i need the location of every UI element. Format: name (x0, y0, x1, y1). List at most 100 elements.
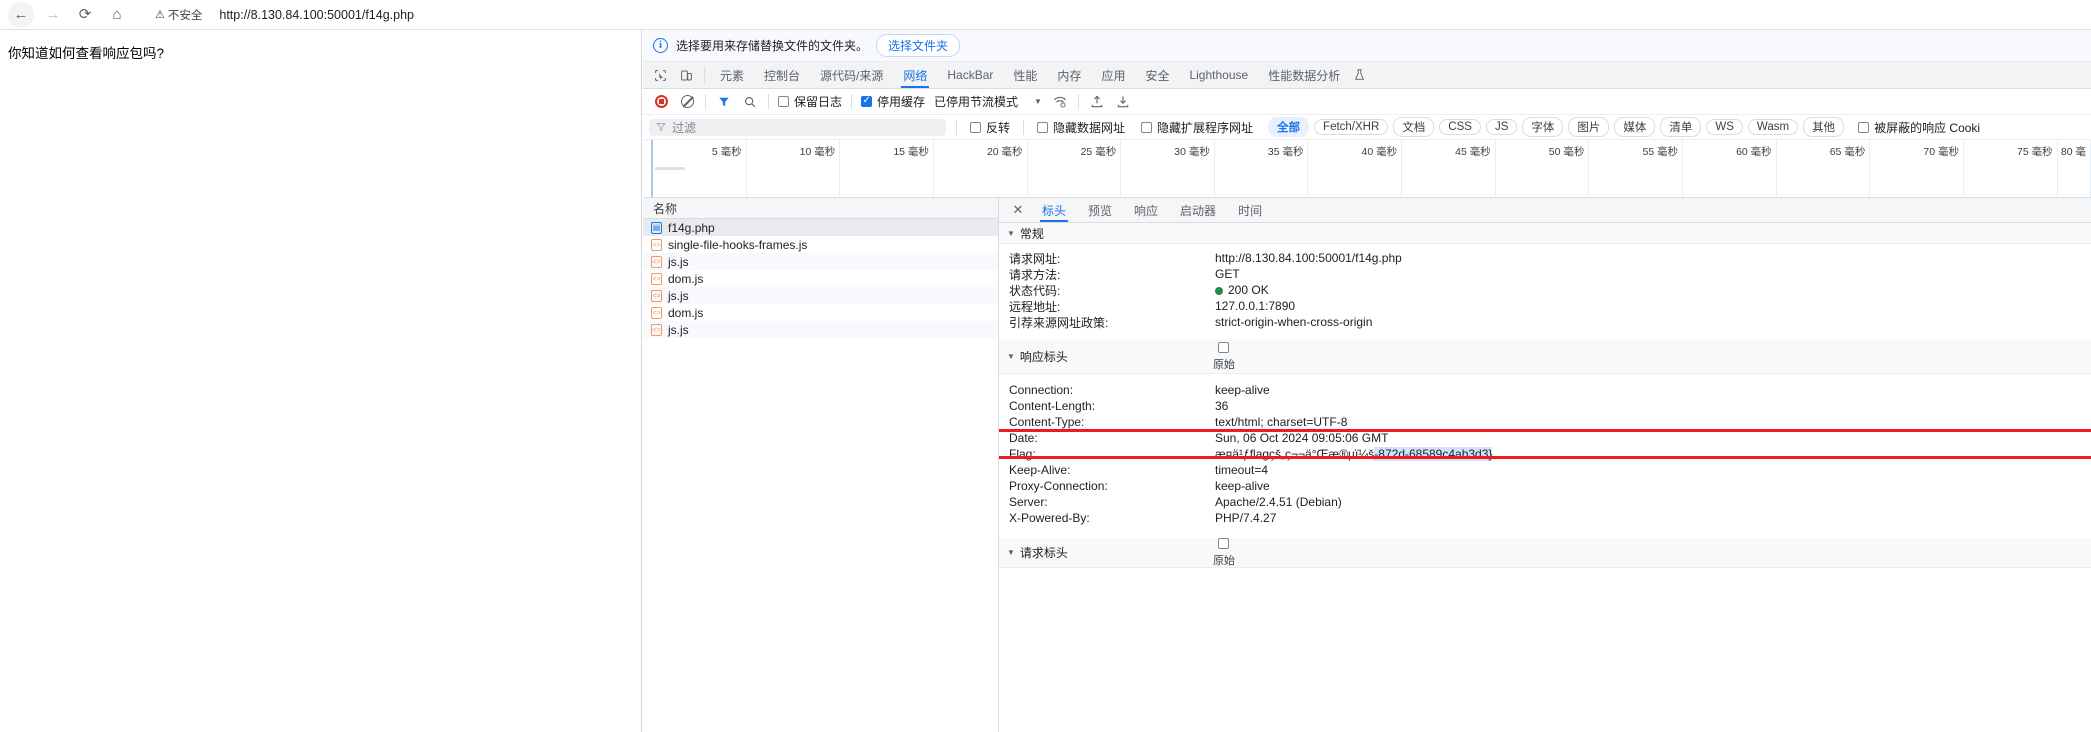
type-chip-wasm[interactable]: Wasm (1747, 119, 1799, 135)
header-row: Date: Sun, 06 Oct 2024 09:05:06 GMT (999, 430, 2091, 446)
chevron-down-icon: ▼ (1007, 228, 1015, 238)
type-chip-css[interactable]: CSS (1439, 119, 1481, 135)
type-chip-doc[interactable]: 文档 (1393, 117, 1435, 137)
toolbar-divider (705, 94, 706, 109)
clear-ban-icon[interactable] (675, 91, 699, 113)
table-row[interactable]: <> dom.js (643, 270, 998, 287)
timeline-tick-label: 75 毫秒 (2017, 146, 2053, 158)
invert-label: 反转 (986, 120, 1011, 135)
type-chip-other[interactable]: 其他 (1803, 117, 1845, 137)
import-har-icon[interactable] (1111, 91, 1135, 113)
table-row[interactable]: <> js.js (643, 287, 998, 304)
table-row[interactable]: <> dom.js (643, 304, 998, 321)
header-key: Keep-Alive: (1009, 463, 1071, 477)
address-bar[interactable]: ⚠ 不安全 http://8.130.84.100:50001/f14g.php (142, 4, 2091, 26)
raw-toggle-response[interactable]: 原始 (1213, 341, 1235, 372)
back-icon[interactable]: ← (8, 1, 34, 28)
close-icon[interactable]: ✕ (1005, 198, 1031, 222)
inspect-element-icon[interactable] (647, 62, 673, 88)
export-har-icon[interactable] (1085, 91, 1109, 113)
tab-console[interactable]: 控制台 (754, 62, 810, 88)
type-chip-ws[interactable]: WS (1706, 119, 1743, 135)
tab-hackbar[interactable]: HackBar (937, 62, 1003, 88)
type-chip-media[interactable]: 媒体 (1614, 117, 1656, 137)
header-value: 127.0.0.1:7890 (1215, 299, 1296, 313)
security-status-chip[interactable]: ⚠ 不安全 (150, 5, 209, 25)
throttle-value: 已停用节流模式 (934, 95, 1019, 109)
home-icon[interactable]: ⌂ (104, 2, 130, 28)
tab-security[interactable]: 安全 (1135, 62, 1179, 88)
tab-headers[interactable]: 标头 (1031, 198, 1077, 222)
tab-application[interactable]: 应用 (1091, 62, 1135, 88)
invert-checkbox[interactable]: 反转 (967, 119, 1013, 136)
timeline-tick-label: 10 毫秒 (799, 146, 836, 158)
checkbox-box (1858, 121, 1870, 133)
section-request-headers[interactable]: ▼ 请求标头 原始 (999, 537, 2091, 568)
timeline-tick: 25 毫秒 (1028, 140, 1122, 197)
script-icon: <> (651, 289, 662, 302)
request-list-header[interactable]: 名称 (643, 198, 998, 219)
reload-icon[interactable]: ⟳ (72, 2, 98, 28)
section-response-headers[interactable]: ▼ 响应标头 原始 (999, 340, 2091, 374)
header-value: 200 OK (1215, 283, 1269, 297)
tab-network[interactable]: 网络 (893, 62, 937, 88)
table-row[interactable]: <> single-file-hooks-frames.js (643, 236, 998, 253)
select-folder-button[interactable]: 选择文件夹 (876, 34, 961, 57)
search-icon[interactable] (738, 91, 762, 113)
raw-toggle-request[interactable]: 原始 (1213, 537, 1235, 568)
tab-lighthouse[interactable]: Lighthouse (1179, 62, 1258, 88)
header-row: X-Powered-By: PHP/7.4.27 (999, 510, 2091, 526)
type-chip-img[interactable]: 图片 (1568, 117, 1610, 137)
tab-performance[interactable]: 性能 (1003, 62, 1047, 88)
table-row[interactable]: <> js.js (643, 253, 998, 270)
disable-cache-checkbox[interactable]: 停用缓存 (858, 93, 928, 110)
type-chip-font[interactable]: 字体 (1522, 117, 1564, 137)
details-body: ▼ 常规 请求网址: http://8.130.84.100:50001/f14… (999, 223, 2091, 732)
header-key: Flag: (1009, 447, 1036, 461)
network-conditions-icon[interactable] (1048, 91, 1072, 113)
script-icon: <> (651, 306, 662, 319)
type-chip-manifest[interactable]: 清单 (1660, 117, 1702, 137)
tab-memory[interactable]: 内存 (1047, 62, 1091, 88)
search-input[interactable]: 过滤 (649, 118, 946, 136)
header-value: timeout=4 (1215, 463, 1269, 477)
section-title: 请求标头 (1019, 546, 1068, 560)
header-row: Server: Apache/2.4.51 (Debian) (999, 494, 2091, 510)
preserve-log-checkbox[interactable]: 保留日志 (775, 93, 845, 110)
url-text: http://8.130.84.100:50001/f14g.php (219, 7, 414, 22)
device-toolbar-icon[interactable] (673, 62, 699, 88)
header-key: Date: (1009, 431, 1038, 445)
search-input-placeholder: 过滤 (672, 120, 697, 135)
type-chip-js[interactable]: JS (1485, 119, 1518, 135)
throttle-select[interactable]: 已停用节流模式 ▼ (930, 93, 1046, 110)
table-row[interactable]: ▤ f14g.php (643, 219, 998, 236)
devtools-tabbar: 元素 控制台 源代码/来源 网络 HackBar 性能 内存 应用 安全 Lig… (643, 62, 2091, 89)
chevron-down-icon: ▼ (1007, 548, 1015, 557)
tab-initiator[interactable]: 启动器 (1169, 198, 1227, 222)
hide-data-urls-checkbox[interactable]: 隐藏数据网址 (1034, 119, 1128, 136)
tab-response[interactable]: 响应 (1123, 198, 1169, 222)
forward-icon[interactable]: → (40, 2, 66, 28)
type-chip-fetch-xhr[interactable]: Fetch/XHR (1314, 119, 1389, 135)
checkbox-box (1141, 121, 1153, 133)
type-chip-all[interactable]: 全部 (1268, 117, 1310, 137)
security-status-label: 不安全 (167, 9, 203, 22)
funnel-icon[interactable] (712, 91, 736, 113)
blocked-cookies-checkbox[interactable]: 被屏蔽的响应 Cooki (1855, 119, 1983, 136)
section-general[interactable]: ▼ 常规 (999, 223, 2091, 244)
record-stop-icon[interactable] (649, 91, 673, 113)
banner-message: 选择要用来存储替换文件的文件夹。 (676, 39, 869, 53)
overrides-banner: i 选择要用来存储替换文件的文件夹。 选择文件夹 (643, 30, 2091, 62)
tab-performance-insights[interactable]: 性能数据分析 (1258, 62, 1350, 88)
tab-sources[interactable]: 源代码/来源 (810, 62, 893, 88)
table-row[interactable]: <> js.js (643, 321, 998, 338)
document-icon: ▤ (651, 221, 662, 234)
tab-timing[interactable]: 时间 (1227, 198, 1273, 222)
header-value: Sun, 06 Oct 2024 09:05:06 GMT (1215, 431, 1389, 445)
tab-preview[interactable]: 预览 (1077, 198, 1123, 222)
hide-extension-urls-checkbox[interactable]: 隐藏扩展程序网址 (1138, 119, 1256, 136)
tab-elements[interactable]: 元素 (710, 62, 754, 88)
toolbar-divider (768, 94, 769, 109)
header-key: 引荐来源网址政策: (1009, 315, 1109, 330)
header-key: Content-Type: (1009, 415, 1085, 429)
